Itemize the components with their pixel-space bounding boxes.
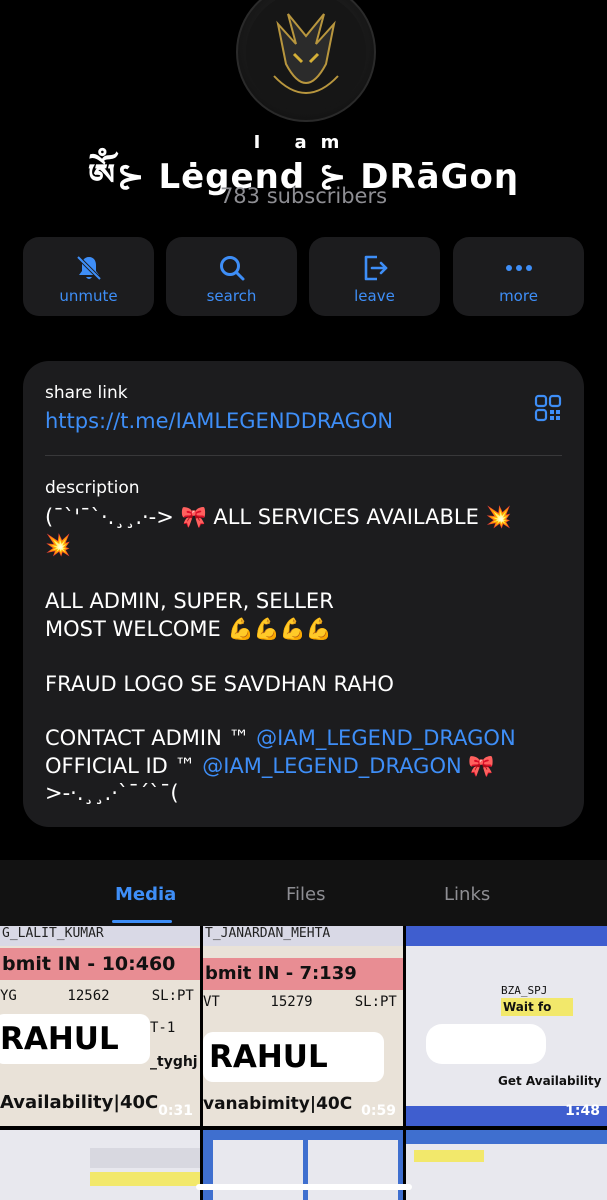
home-indicator	[196, 1184, 412, 1190]
description-line: (¯`'¯`·.¸¸.·-> 🎀 ALL SERVICES AVAILABLE …	[45, 505, 512, 529]
thumb-window	[308, 1140, 398, 1200]
channel-info-card: share link https://t.me/IAMLEGENDDRAGON …	[23, 361, 584, 827]
thumb-text: Wait fo	[501, 998, 573, 1016]
unmute-label: unmute	[59, 287, 118, 305]
thumb-window	[90, 1148, 200, 1168]
tab-files[interactable]: Files	[286, 884, 326, 905]
media-thumbnail[interactable]: T_JANARDAN_MEHTA bmit IN - 7:139 VT 1527…	[203, 926, 403, 1126]
description-line: ALL ADMIN, SUPER, SELLER	[45, 589, 334, 613]
card-divider	[45, 455, 562, 456]
thumb-text: RAHUL	[0, 1014, 150, 1064]
description-line: CONTACT ADMIN ™ @IAM_LEGEND_DRAGON	[45, 726, 564, 750]
channel-avatar[interactable]	[236, 0, 376, 122]
description-line: >-·.¸¸.·`¯´`¯(	[45, 781, 179, 805]
qr-code-icon[interactable]	[534, 394, 562, 426]
thumb-text: RAHUL	[203, 1032, 384, 1082]
media-tabs: Media Files Links	[0, 860, 607, 926]
media-thumbnail[interactable]: G_LALIT_KUMAR bmit IN - 10:460 YG 12562 …	[0, 926, 200, 1126]
video-duration: 0:31	[158, 1103, 193, 1119]
thumb-window	[213, 1140, 303, 1200]
active-tab-indicator	[112, 920, 172, 923]
video-duration: 0:59	[361, 1103, 396, 1119]
thumb-text: T_JANARDAN_MEHTA	[203, 926, 403, 946]
bell-slash-icon	[23, 253, 154, 283]
video-duration: 1:48	[565, 1103, 600, 1119]
description-line: MOST WELCOME 💪💪💪💪	[45, 617, 333, 641]
thumb-text: Availability|40C	[0, 1092, 159, 1113]
leave-icon	[309, 253, 440, 283]
more-label: more	[499, 287, 538, 305]
thumb-text: G_LALIT_KUMAR	[0, 926, 200, 946]
contact-admin-text: CONTACT ADMIN ™	[45, 726, 257, 750]
thumb-text: bmit IN - 10:460	[0, 948, 200, 980]
thumb-text: BZA_SPJ	[501, 984, 548, 997]
share-link-label: share link	[45, 383, 128, 403]
thumb-text: T-1	[150, 1020, 176, 1036]
official-id-text: OFFICIAL ID ™	[45, 754, 203, 778]
tab-media[interactable]: Media	[115, 884, 176, 905]
media-thumbnail[interactable]	[0, 1130, 200, 1200]
search-icon	[166, 253, 297, 283]
leave-label: leave	[354, 287, 395, 305]
admin-mention-link[interactable]: @IAM_LEGEND_DRAGON	[256, 726, 516, 750]
thumb-text: bmit IN - 7:139	[203, 958, 403, 990]
ribbon-emoji: 🎀	[461, 754, 495, 778]
official-mention-link[interactable]: @IAM_LEGEND_DRAGON	[202, 754, 462, 778]
unmute-button[interactable]: unmute	[23, 237, 154, 316]
thumb-text: Get Availability	[498, 1074, 602, 1088]
thumb-window	[90, 1172, 200, 1186]
leave-button[interactable]: leave	[309, 237, 440, 316]
thumb-text: VT 15279 SL:PT	[203, 994, 397, 1010]
thumb-text: _tyghj	[150, 1054, 198, 1070]
more-button[interactable]: more	[453, 237, 584, 316]
thumb-window	[406, 1130, 607, 1144]
media-thumbnail[interactable]: BZA_SPJ Wait fo 27-11 Get Availability 1…	[406, 926, 607, 1126]
description-line: OFFICIAL ID ™ @IAM_LEGEND_DRAGON 🎀	[45, 754, 564, 779]
description-line: 💥	[45, 533, 72, 557]
media-thumbnail[interactable]	[406, 1130, 607, 1200]
thumb-text: vanabimity|40C	[203, 1094, 353, 1114]
subscriber-count: 783 subscribers	[219, 184, 388, 208]
share-link-url[interactable]: https://t.me/IAMLEGENDDRAGON	[45, 409, 393, 433]
description-line: FRAUD LOGO SE SAVDHAN RAHO	[45, 672, 394, 696]
description-label: description	[45, 478, 140, 498]
search-button[interactable]: search	[166, 237, 297, 316]
thumb-text: YG 12562 SL:PT	[0, 988, 194, 1004]
more-dots-icon	[453, 253, 584, 283]
search-label: search	[206, 287, 257, 305]
thumb-blur	[426, 1024, 546, 1064]
thumb-window	[414, 1150, 484, 1162]
tab-links[interactable]: Links	[444, 884, 490, 905]
